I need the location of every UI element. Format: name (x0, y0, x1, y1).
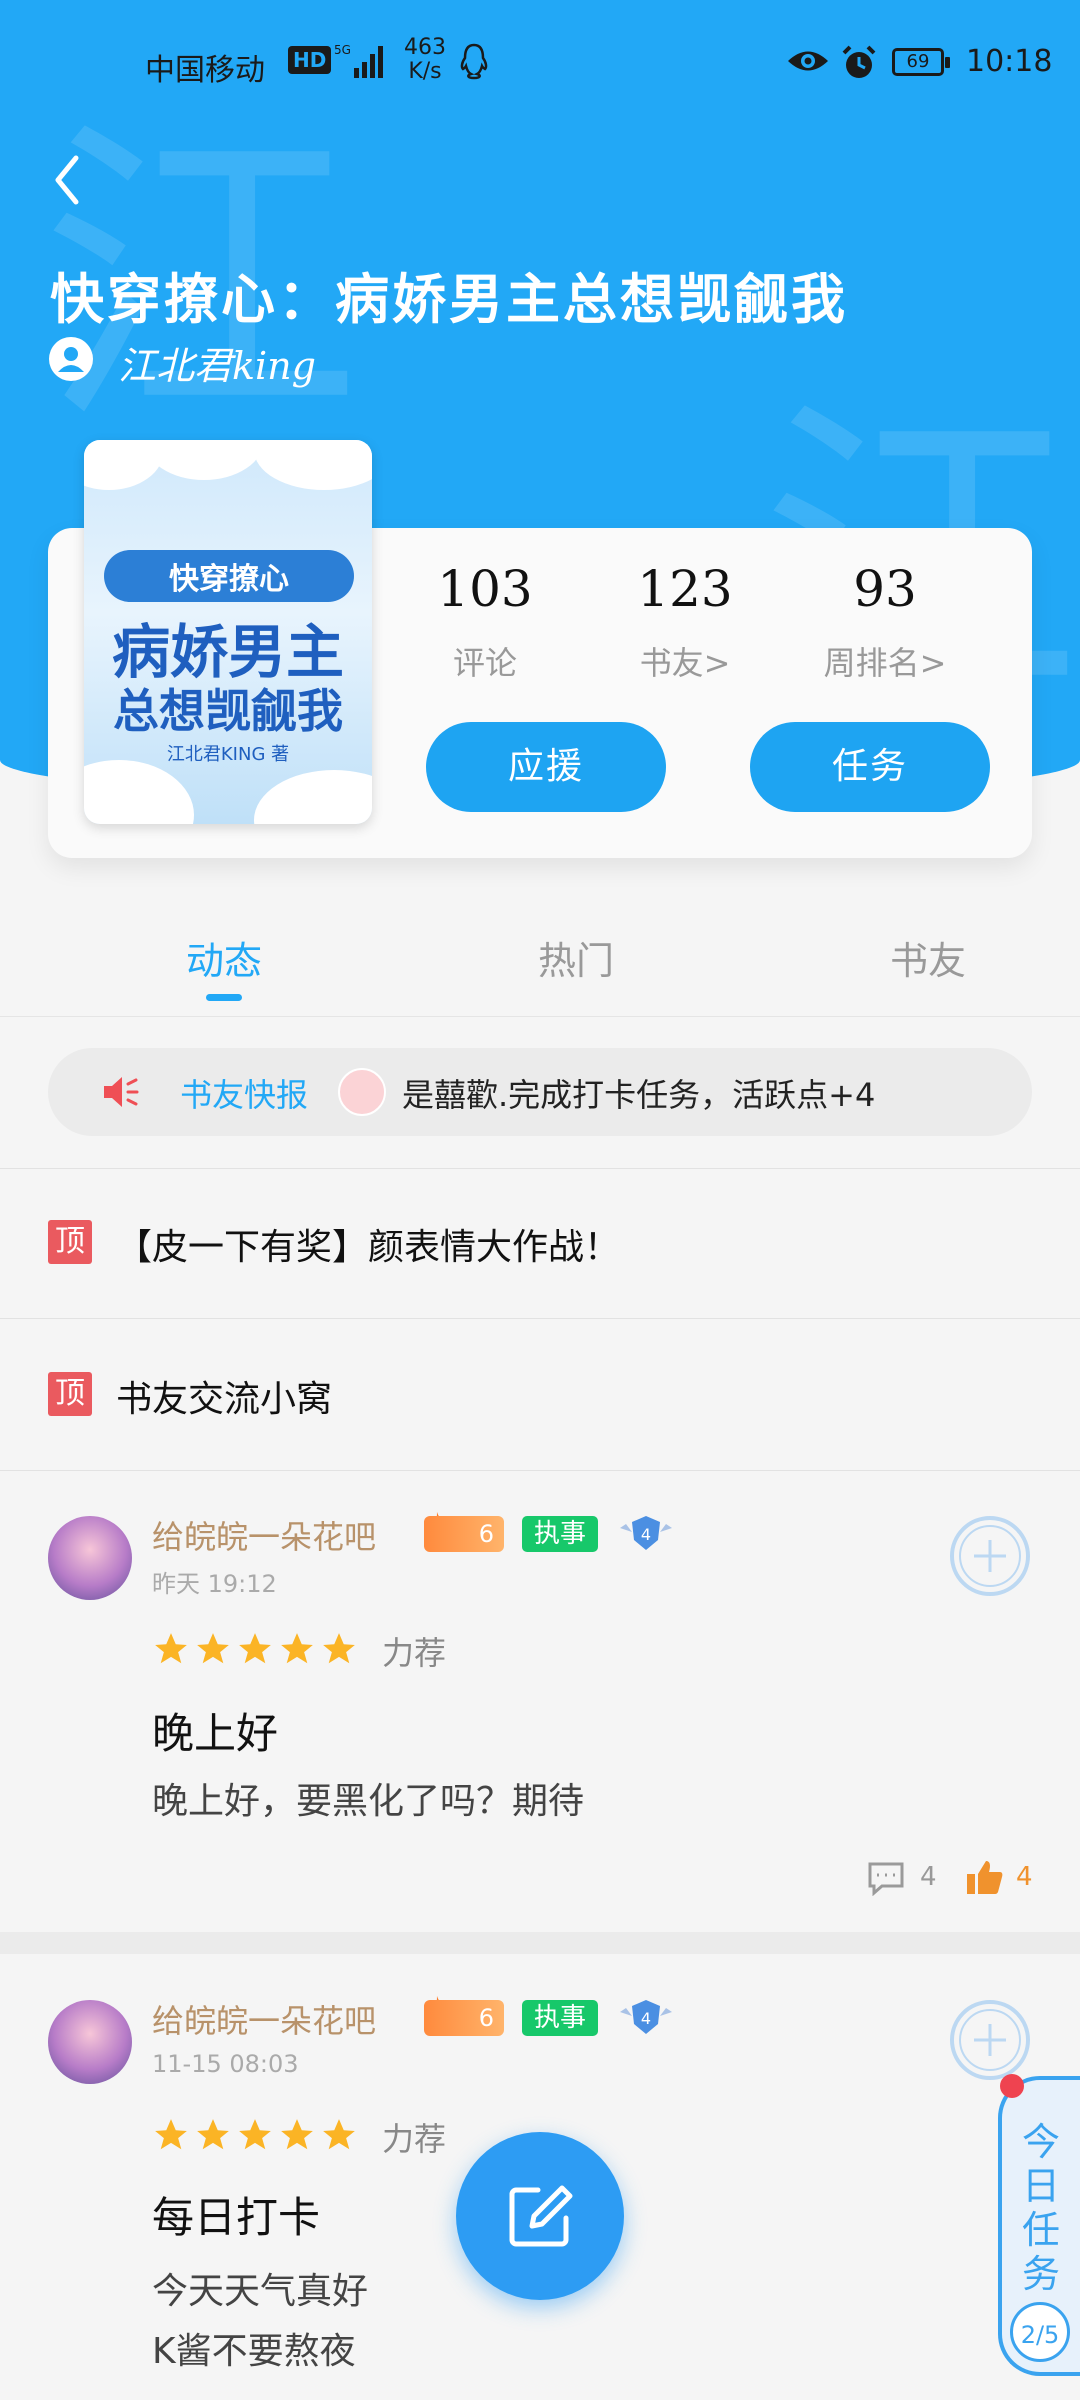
level-badge: 6 (424, 2000, 504, 2036)
edit-icon (509, 2185, 573, 2247)
cover-text: 快穿撩心 (104, 550, 354, 602)
support-button[interactable]: 应援 (426, 722, 666, 812)
status-bar: 中国移动 HD 5G 463 K/s 69 10:18 (0, 0, 1080, 120)
avatar[interactable] (48, 1516, 132, 1600)
alarm-icon (842, 45, 876, 78)
qq-icon (460, 43, 488, 80)
tab-bar: 动态 热门 书友 (0, 900, 1080, 1017)
svg-text:4: 4 (641, 1525, 651, 1544)
stat-label: 周排名> (823, 644, 947, 682)
post-time: 昨天 19:12 (152, 1570, 277, 1598)
star-icon (197, 2119, 229, 2150)
daily-task-widget[interactable]: 今日任务 2/5 (998, 2076, 1080, 2376)
rating-stars (152, 2116, 362, 2156)
stat-label: 书友> (639, 644, 731, 682)
back-arrow-icon[interactable] (48, 150, 88, 210)
post-separator (0, 1932, 1080, 1954)
task-button[interactable]: 任务 (750, 722, 990, 812)
clock: 10:18 (966, 44, 1053, 79)
pin-badge: 顶 (48, 1220, 92, 1264)
daily-task-label: 今日任务 (1021, 2120, 1060, 2296)
star-icon (155, 1633, 187, 1664)
avatar[interactable] (48, 2000, 132, 2084)
author-avatar-icon (49, 337, 93, 381)
tab-popular[interactable]: 热门 (476, 930, 676, 985)
thumbs-up-icon[interactable] (964, 1858, 1004, 1898)
svg-text:4: 4 (641, 2009, 651, 2028)
post-body[interactable]: 晚上好，要黑化了吗？期待 (152, 1772, 584, 1824)
book-cover[interactable]: 快穿撩心 病娇男主 总想觊觎我 江北君KING 著 (84, 440, 372, 824)
star-icon (197, 1633, 229, 1664)
level-badge: 6 (424, 1516, 504, 1552)
star-icon (323, 2119, 355, 2150)
notification-dot (1000, 2074, 1024, 2098)
stat-value: 123 (637, 560, 733, 618)
active-tab-indicator (206, 994, 242, 1001)
author-name[interactable]: 江北君king (118, 335, 316, 390)
role-badge: 执事 (522, 2000, 599, 2036)
star-icon (239, 1633, 271, 1664)
tab-readers[interactable]: 书友 (828, 930, 1028, 985)
stat-value: 93 (853, 560, 917, 618)
daily-task-progress: 2/5 (1010, 2302, 1070, 2362)
shield-badge-icon: 4 (620, 1516, 672, 1550)
post-title[interactable]: 晚上好 (152, 1700, 278, 1761)
book-title: 快穿撩心：病娇男主总想觊觎我 (50, 268, 848, 331)
cover-text: 江北君KING 著 (166, 744, 290, 765)
recommend-label: 力荐 (382, 1634, 447, 1672)
svg-text:5G: 5G (334, 43, 351, 57)
comment-count: 4 (920, 1862, 937, 1892)
stat-readers[interactable]: 123 书友> (585, 560, 785, 684)
stat-value: 103 (437, 560, 533, 618)
news-title: 书友快报 (180, 1076, 309, 1114)
star-icon (155, 2119, 187, 2150)
star-icon (323, 1633, 355, 1664)
pinned-post-title[interactable]: 书友交流小窝 (116, 1370, 332, 1422)
post-time: 11-15 08:03 (152, 2050, 299, 2078)
tab-activity[interactable]: 动态 (124, 930, 324, 985)
compose-button[interactable] (456, 2132, 624, 2300)
carrier-name: 中国移动 (145, 53, 265, 88)
pin-badge: 顶 (48, 1372, 92, 1416)
role-badge: 执事 (522, 1516, 599, 1552)
cover-text: 总想觊觎我 (113, 684, 343, 738)
author-stamp-icon (950, 2000, 1030, 2080)
post-body[interactable]: K酱不要熬夜 (152, 2322, 356, 2374)
stat-comments[interactable]: 103 评论 (385, 560, 585, 684)
pinned-post-title[interactable]: 【皮一下有奖】颜表情大作战！ (116, 1218, 620, 1270)
stat-label: 评论 (452, 644, 517, 682)
rating-stars (152, 1630, 362, 1670)
author-stamp-icon (950, 1516, 1030, 1596)
comment-icon[interactable] (866, 1860, 906, 1896)
reader-news-ticker[interactable]: 书友快报 是囍歡.完成打卡任务，活跃点+4 (48, 1048, 1032, 1136)
news-text: 是囍歡.完成打卡任务，活跃点+4 (402, 1076, 876, 1114)
like-count: 4 (1016, 1862, 1033, 1892)
recommend-label: 力荐 (382, 2120, 447, 2158)
divider (0, 1168, 1080, 1169)
post-username[interactable]: 给皖皖一朵花吧 (152, 1512, 376, 1558)
shield-badge-icon: 4 (620, 2000, 672, 2034)
avatar (338, 1068, 386, 1116)
divider (0, 1318, 1080, 1319)
network-speed: 463 K/s (404, 35, 446, 84)
signal-icon: 5G (334, 43, 383, 78)
divider (0, 1470, 1080, 1471)
post-body[interactable]: 今天天气真好 (152, 2262, 368, 2314)
post-title[interactable]: 每日打卡 (152, 2184, 320, 2245)
star-icon (281, 1633, 313, 1664)
hd-icon: HD (288, 46, 332, 74)
stat-weekly-rank[interactable]: 93 周排名> (785, 560, 985, 684)
star-icon (239, 2119, 271, 2150)
post-username[interactable]: 给皖皖一朵花吧 (152, 1996, 376, 2042)
speaker-icon (104, 1077, 139, 1107)
star-icon (281, 2119, 313, 2150)
eye-icon (788, 51, 828, 71)
battery-icon: 69 (892, 48, 950, 76)
